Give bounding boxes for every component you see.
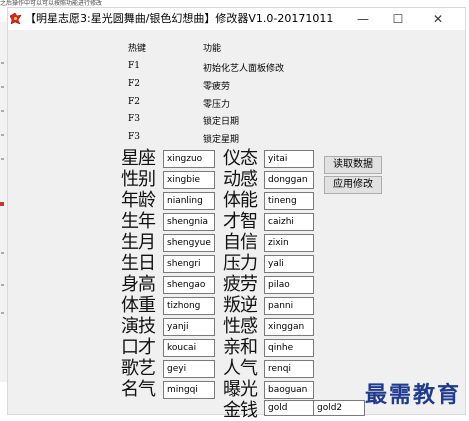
field-label: 压力 (223, 253, 258, 274)
field-label: 星座 (121, 148, 156, 169)
gold-field[interactable]: gold (264, 400, 314, 416)
field-label: 身高 (121, 274, 156, 295)
caption-text: 之后操作中可以可以按照功能进行修改 (0, 0, 103, 7)
field-label: 自信 (223, 232, 258, 253)
field-label: 金钱 (223, 400, 258, 421)
field-label: 歌艺 (121, 358, 156, 379)
edge-mark (1, 86, 4, 88)
shengao-field[interactable]: shengao (163, 276, 215, 294)
renqi-field[interactable]: renqi (264, 360, 314, 378)
field-label: 性感 (223, 316, 258, 337)
shengri-field[interactable]: shengri (163, 255, 215, 273)
hotkey-key: F3 (128, 132, 140, 142)
field-label: 动感 (223, 169, 258, 190)
app-icon (9, 12, 22, 25)
edge-mark (1, 62, 4, 64)
hotkey-header-func: 功能 (203, 44, 222, 54)
yanji-field[interactable]: yanji (163, 318, 215, 336)
field-label: 生月 (121, 232, 156, 253)
shengnian-field[interactable]: shengnia (163, 213, 215, 231)
edge-mark (1, 158, 4, 160)
field-label: 名气 (121, 379, 156, 400)
hotkey-header-key: 热键 (128, 44, 147, 54)
edge-mark (1, 110, 4, 112)
caizhi-field[interactable]: caizhi (264, 213, 314, 231)
field-label: 人气 (223, 358, 258, 379)
baoguan-field[interactable]: baoguan (264, 381, 314, 399)
field-label: 才智 (223, 211, 258, 232)
trainer-window: 【明星志愿3:星光圆舞曲/银色幻想曲】修改器V1.0-20171011 — ☐ … (7, 7, 466, 421)
qinhe-field[interactable]: qinhe (264, 339, 314, 357)
field-label: 曝光 (223, 379, 258, 400)
field-label: 性别 (121, 169, 156, 190)
shengyue-field[interactable]: shengyue (163, 234, 215, 252)
hotkey-key: F1 (128, 61, 140, 71)
field-label: 体能 (223, 190, 258, 211)
hotkey-function: 锁定日期 (203, 117, 240, 127)
gold2-field[interactable]: gold2 (313, 400, 365, 416)
hotkey-function: 初始化艺人面板修改 (203, 64, 285, 74)
hotkey-function: 锁定星期 (203, 135, 240, 145)
hotkey-function: 零压力 (203, 100, 231, 110)
mingqi-field[interactable]: mingqi (163, 381, 215, 399)
xingzuo-field[interactable]: xingzuo (163, 150, 215, 168)
field-label: 演技 (121, 316, 156, 337)
apply-changes-button[interactable]: 应用修改 (324, 176, 382, 194)
edge-mark (1, 134, 4, 136)
hotkey-function: 零疲劳 (203, 82, 231, 92)
field-label: 叛逆 (223, 295, 258, 316)
minimize-button[interactable]: — (346, 8, 380, 30)
watermark-text: 最需教育 (364, 382, 461, 408)
yali-field[interactable]: yali (264, 255, 314, 273)
xingbie-field[interactable]: xingbie (163, 171, 215, 189)
hotkey-key: F3 (128, 114, 140, 124)
hotkey-key: F2 (128, 97, 140, 107)
xinggan-field[interactable]: xinggan (264, 318, 314, 336)
edge-mark (1, 312, 4, 314)
panni-field[interactable]: panni (264, 297, 314, 315)
geyi-field[interactable]: geyi (163, 360, 215, 378)
edge-mark (1, 252, 4, 254)
close-button[interactable]: ✕ (421, 8, 455, 30)
window-title: 【明星志愿3:星光圆舞曲/银色幻想曲】修改器V1.0-20171011 (25, 12, 334, 25)
field-label: 生年 (121, 211, 156, 232)
hotkey-key: F2 (128, 79, 140, 89)
edge-red-icon (0, 202, 4, 206)
title-bar[interactable]: 【明星志愿3:星光圆舞曲/银色幻想曲】修改器V1.0-20171011 — ☐ … (8, 8, 465, 30)
yitai-field[interactable]: yitai (264, 150, 314, 168)
tineng-field[interactable]: tineng (264, 192, 314, 210)
nianling-field[interactable]: nianling (163, 192, 215, 210)
zixin-field[interactable]: zixin (264, 234, 314, 252)
field-label: 年龄 (121, 190, 156, 211)
tizhong-field[interactable]: tizhong (163, 297, 215, 315)
edge-mark (1, 284, 4, 286)
pilao-field[interactable]: pilao (264, 276, 314, 294)
field-label: 仪态 (223, 148, 258, 169)
maximize-button[interactable]: ☐ (381, 8, 415, 30)
field-label: 亲和 (223, 337, 258, 358)
field-label: 疲劳 (223, 274, 258, 295)
read-data-button[interactable]: 读取数据 (324, 156, 382, 174)
koucai-field[interactable]: koucai (163, 339, 215, 357)
field-label: 体重 (121, 295, 156, 316)
donggan-field[interactable]: donggan (264, 171, 314, 189)
field-label: 口才 (121, 337, 156, 358)
field-label: 生日 (121, 253, 156, 274)
